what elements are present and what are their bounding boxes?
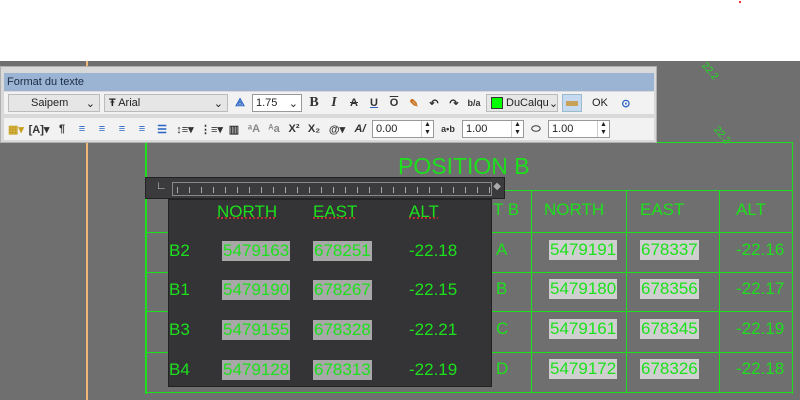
alt-cell: -22.19 [409, 360, 458, 379]
resize-handle-icon[interactable]: ◆ [493, 181, 501, 192]
underline-button[interactable]: U [366, 97, 382, 109]
align-left-button[interactable]: ≡ [74, 123, 90, 135]
symbol-button[interactable]: @▾ [326, 123, 348, 136]
align-right-button[interactable]: ≡ [114, 123, 130, 135]
color-swatch [491, 97, 503, 109]
width-factor-input[interactable]: 1.00 ▲ ▼ [548, 120, 610, 138]
mtext-editor[interactable]: NORTH EAST ALT B2 5479163 678251 -22.18 B… [168, 199, 492, 387]
north-cell[interactable]: 5479180 [549, 279, 618, 299]
distribute-button[interactable]: ☰ [154, 123, 170, 136]
north-cell[interactable]: 5479191 [549, 240, 618, 260]
alt-cell: -22.18 [736, 359, 785, 378]
bold-button[interactable]: B [306, 95, 322, 111]
spinner[interactable]: ▲ ▼ [421, 121, 433, 137]
redo-icon[interactable]: ↷ [446, 97, 462, 110]
font-select[interactable]: Ŧ Arial ⌄ [104, 94, 228, 112]
tracking-input[interactable]: 1.00 ▲ ▼ [462, 120, 524, 138]
alt-cell: -22.16 [736, 240, 785, 259]
options-chevron-icon[interactable]: ⊙ [618, 97, 634, 110]
marker [739, 1, 741, 3]
east-cell[interactable]: 678326 [640, 359, 699, 379]
columns-icon[interactable]: ▥ [226, 123, 242, 136]
table-title: POSITION B [398, 153, 530, 179]
undo-icon[interactable]: ↶ [426, 97, 442, 110]
numbering-icon[interactable]: ⋮≡▾ [200, 123, 223, 136]
header: NORTH [544, 200, 605, 219]
contour-label: 22.2 [711, 124, 733, 147]
header-east: EAST [313, 202, 358, 221]
text-format-toolbar: Format du texte Saipem ⌄ Ŧ Arial ⌄ ⟁ 1.75 ⌄… [0, 66, 657, 143]
style-select[interactable]: Saipem ⌄ [8, 94, 100, 112]
east-cell[interactable]: 678328 [313, 320, 372, 340]
oblique-icon: A/ [354, 123, 366, 135]
ribbon-area [0, 0, 800, 61]
spinner[interactable]: ▲ ▼ [511, 121, 523, 137]
east-cell[interactable]: 678267 [313, 280, 372, 300]
row-id: C [496, 319, 509, 338]
row-id: B2 [169, 241, 190, 260]
uppercase-icon[interactable]: ᵃA [246, 123, 262, 135]
header-north: NORTH [217, 202, 278, 221]
match-properties-icon[interactable]: ✎ [406, 97, 422, 110]
east-cell[interactable]: 678345 [640, 319, 699, 339]
ruler-toggle-icon[interactable] [562, 94, 582, 112]
north-cell[interactable]: 5479163 [222, 241, 291, 261]
header: EAST [640, 200, 685, 219]
tab-type-icon[interactable]: ∟ [156, 180, 167, 192]
north-cell[interactable]: 5479161 [549, 319, 618, 339]
east-cell[interactable]: 678251 [313, 241, 372, 261]
superscript-button[interactable]: X² [286, 123, 302, 135]
tracking-icon: a•b [441, 124, 455, 134]
header: ALT [736, 200, 766, 219]
spinner[interactable]: ▲ ▼ [597, 121, 609, 137]
strikethrough-button[interactable]: A [346, 97, 362, 109]
subscript-button[interactable]: X₂ [306, 123, 322, 135]
lowercase-icon[interactable]: ᴬa [266, 123, 282, 135]
header-alt: ALT [409, 202, 439, 221]
align-center-button[interactable]: ≡ [94, 123, 110, 135]
annotative-icon[interactable]: ⟁ [232, 97, 248, 110]
toolbar-title[interactable]: Format du texte [4, 73, 654, 91]
width-factor-icon: ⬭ [531, 122, 541, 135]
italic-button[interactable]: I [326, 95, 342, 111]
text-ruler[interactable]: ∟ ◆ [145, 177, 505, 199]
header: T B [493, 200, 520, 219]
north-cell[interactable]: 5479155 [222, 320, 291, 340]
line-spacing-icon[interactable]: ↕≡▾ [174, 123, 196, 136]
contour-label: 22.2 [699, 60, 721, 83]
alt-cell: -22.17 [736, 279, 785, 298]
east-cell[interactable]: 678337 [640, 240, 699, 260]
overline-button[interactable]: O [386, 97, 402, 109]
justify-button[interactable]: ≡ [134, 123, 150, 135]
stack-icon[interactable]: b/a [466, 98, 482, 108]
row-id: D [496, 359, 509, 378]
row-id: B3 [169, 320, 190, 339]
insert-field-icon[interactable]: ▦▾ [8, 123, 24, 136]
north-cell[interactable]: 5479190 [222, 280, 291, 300]
ok-button[interactable]: OK [586, 97, 614, 109]
alt-cell: -22.19 [736, 319, 785, 338]
alt-cell: -22.15 [409, 280, 458, 299]
text-height-input[interactable]: 1.75 ⌄ [252, 94, 302, 112]
north-cell[interactable]: 5479172 [549, 359, 618, 379]
row-id: B [496, 279, 508, 298]
paragraph-icon[interactable]: ¶ [54, 123, 70, 135]
east-cell[interactable]: 678313 [313, 360, 372, 380]
row-id: A [496, 240, 508, 259]
row-id: B1 [169, 280, 190, 299]
row-id: B4 [169, 360, 190, 379]
oblique-angle-input[interactable]: 0.00 ▲ ▼ [372, 120, 434, 138]
justification-icon[interactable]: [A]▾ [28, 123, 50, 136]
north-cell[interactable]: 5479128 [222, 360, 291, 380]
east-cell[interactable]: 678356 [640, 279, 699, 299]
color-select[interactable]: DuCalqu ⌄ [486, 94, 558, 112]
alt-cell: -22.21 [409, 320, 458, 339]
alt-cell: -22.18 [409, 241, 458, 260]
